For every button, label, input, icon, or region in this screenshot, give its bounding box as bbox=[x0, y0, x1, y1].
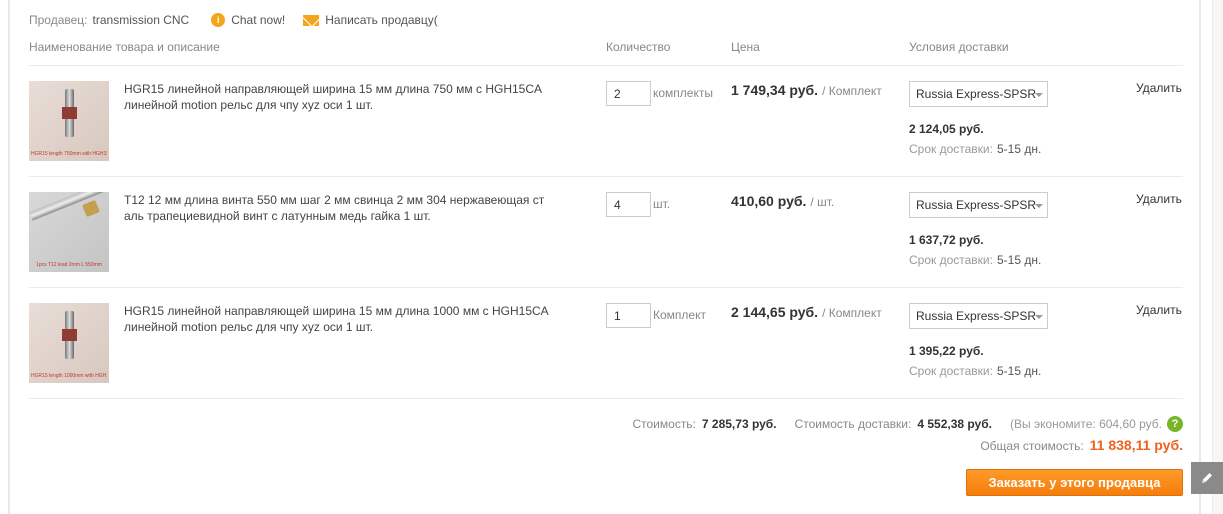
divider bbox=[29, 398, 1183, 399]
shipping-method-select[interactable]: Russia Express-SPSR bbox=[909, 81, 1048, 107]
quantity-input[interactable] bbox=[606, 192, 651, 217]
seller-label: Продавец: bbox=[29, 13, 88, 27]
cart-item: HGR15 length 1000mm with HGH15CA HGR15 л… bbox=[0, 287, 1223, 397]
column-header-price: Цена bbox=[731, 40, 760, 54]
delivery-time: Срок доставки: 5-15 дн. bbox=[909, 364, 1041, 378]
column-header-shipping: Условия доставки bbox=[909, 40, 1009, 54]
shipping-method-select[interactable]: Russia Express-SPSR bbox=[909, 192, 1048, 218]
shipping-cost: 2 124,05 руб. bbox=[909, 122, 984, 136]
delivery-time-value: 5-15 дн. bbox=[996, 253, 1042, 267]
price-value: 2 144,65 руб. bbox=[731, 304, 819, 320]
quantity-input[interactable] bbox=[606, 81, 651, 106]
column-header-quantity: Количество bbox=[606, 40, 671, 54]
message-seller-link[interactable]: Написать продавцу( bbox=[303, 13, 438, 27]
unit-price: 410,60 руб. / шт. bbox=[731, 193, 834, 209]
delivery-time-value: 5-15 дн. bbox=[996, 142, 1042, 156]
shipping-cost: 1 637,72 руб. bbox=[909, 233, 984, 247]
total-label: Общая стоимость: bbox=[980, 439, 1084, 453]
product-image[interactable]: 1pcs T12 lead 2mm L 550mm bbox=[29, 192, 109, 272]
shipping-cost: 1 395,22 руб. bbox=[909, 344, 984, 358]
unit-price: 1 749,34 руб. / Комплект bbox=[731, 82, 882, 98]
shipping-method-value: Russia Express-SPSR bbox=[916, 309, 1037, 323]
rail-graphic bbox=[62, 89, 77, 137]
message-seller-label: Написать продавцу( bbox=[325, 13, 438, 27]
pencil-icon bbox=[1202, 473, 1212, 483]
remove-item-link[interactable]: Удалить bbox=[1136, 303, 1182, 317]
delivery-time: Срок доставки: 5-15 дн. bbox=[909, 142, 1041, 156]
grand-total: Общая стоимость: 11 838,11 руб. bbox=[980, 437, 1183, 453]
product-name-link[interactable]: HGR15 линейной направляющей ширина 15 мм… bbox=[124, 303, 554, 335]
rail-graphic bbox=[62, 311, 77, 359]
order-from-seller-button[interactable]: Заказать у этого продавца bbox=[966, 469, 1183, 496]
product-image[interactable]: HGR15 length 750mm with HGH15CA bbox=[29, 81, 109, 161]
delivery-time-value: 5-15 дн. bbox=[996, 364, 1042, 378]
product-name-link[interactable]: HGR15 линейной направляющей ширина 15 мм… bbox=[124, 81, 554, 113]
product-image-caption: HGR15 length 750mm with HGH15CA bbox=[31, 151, 107, 157]
unit-price: 2 144,65 руб. / Комплект bbox=[731, 304, 882, 320]
chat-now-link[interactable]: i Chat now! bbox=[211, 13, 285, 27]
quantity-unit: комплекты bbox=[653, 86, 713, 100]
chat-now-label: Chat now! bbox=[231, 13, 286, 27]
price-per-unit: / Комплект bbox=[822, 306, 882, 320]
totals-summary: Стоимость: 7 285,73 руб. Стоимость доста… bbox=[632, 416, 1183, 432]
seller-name[interactable]: transmission CNC bbox=[93, 13, 190, 27]
cost-label: Стоимость: bbox=[632, 417, 696, 431]
shipping-method-value: Russia Express-SPSR bbox=[916, 87, 1037, 101]
product-image-caption: HGR15 length 1000mm with HGH15CA bbox=[31, 373, 107, 379]
price-value: 410,60 руб. bbox=[731, 193, 807, 209]
dropdown-caret-icon bbox=[1035, 204, 1043, 208]
cart-item: 1pcs T12 lead 2mm L 550mm T12 12 мм длин… bbox=[0, 176, 1223, 286]
delivery-time: Срок доставки: 5-15 дн. bbox=[909, 253, 1041, 267]
chat-icon: i bbox=[211, 13, 226, 27]
shipping-total-label: Стоимость доставки: bbox=[794, 417, 912, 431]
dropdown-caret-icon bbox=[1035, 315, 1043, 319]
product-image-caption: 1pcs T12 lead 2mm L 550mm bbox=[36, 262, 102, 268]
remove-item-link[interactable]: Удалить bbox=[1136, 81, 1182, 95]
quantity-unit: шт. bbox=[653, 197, 671, 211]
quantity-input[interactable] bbox=[606, 303, 651, 328]
column-header-product: Наименование товара и описание bbox=[29, 40, 220, 54]
shipping-method-value: Russia Express-SPSR bbox=[916, 198, 1037, 212]
delivery-time-label: Срок доставки: bbox=[909, 253, 993, 267]
remove-item-link[interactable]: Удалить bbox=[1136, 192, 1182, 206]
delivery-time-label: Срок доставки: bbox=[909, 142, 993, 156]
feedback-edit-tab[interactable] bbox=[1191, 462, 1223, 494]
delivery-time-label: Срок доставки: bbox=[909, 364, 993, 378]
quantity-unit: Комплект bbox=[653, 308, 706, 322]
nut-graphic bbox=[82, 199, 100, 218]
cost-value: 7 285,73 руб. bbox=[701, 417, 777, 431]
price-per-unit: / шт. bbox=[810, 195, 835, 209]
product-image[interactable]: HGR15 length 1000mm with HGH15CA bbox=[29, 303, 109, 383]
dropdown-caret-icon bbox=[1035, 93, 1043, 97]
shipping-method-select[interactable]: Russia Express-SPSR bbox=[909, 303, 1048, 329]
shipping-total-value: 4 552,38 руб. bbox=[917, 417, 992, 431]
cart-item: HGR15 length 750mm with HGH15CA HGR15 ли… bbox=[0, 65, 1223, 175]
price-per-unit: / Комплект bbox=[822, 84, 882, 98]
envelope-icon bbox=[303, 14, 320, 26]
savings-text: (Вы экономите: 604,60 руб. bbox=[1009, 417, 1162, 431]
product-name-link[interactable]: T12 12 мм длина винта 550 мм шаг 2 мм св… bbox=[124, 192, 554, 224]
price-value: 1 749,34 руб. bbox=[731, 82, 819, 98]
seller-bar: Продавец: transmission CNC i Chat now! Н… bbox=[29, 12, 438, 28]
help-icon[interactable]: ? bbox=[1167, 416, 1183, 432]
total-value: 11 838,11 руб. bbox=[1089, 437, 1183, 453]
